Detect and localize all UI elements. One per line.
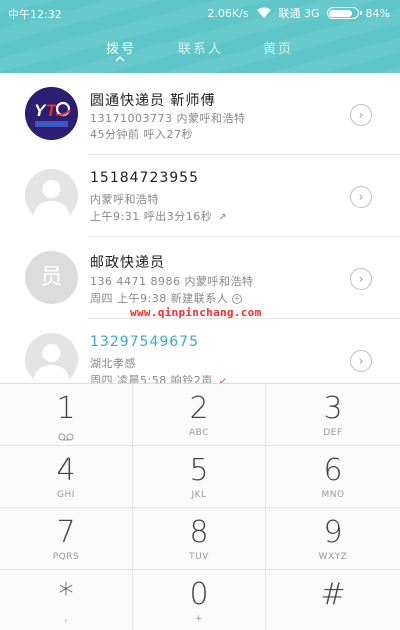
call-log-item[interactable]: Y T 圆通快递员 靳师傅 13171003773 内蒙呼和浩特 45分钟前 呼… — [0, 73, 400, 155]
tab-bar: 拨号 联系人 黄页 — [0, 38, 400, 68]
key-digit: 6 — [323, 453, 343, 488]
yto-logo-avatar: Y T — [25, 87, 78, 140]
contact-name: 圆通快递员 靳师傅 — [90, 93, 216, 109]
key-letters: MNO — [321, 490, 345, 500]
tab-dialer[interactable]: 拨号 — [106, 38, 136, 57]
key-digit: 1 — [56, 391, 76, 426]
key-star[interactable]: * , — [0, 570, 133, 630]
key-5[interactable]: 5 JKL — [133, 446, 266, 508]
key-letters: TUV — [189, 552, 209, 562]
call-log-list: Y T 圆通快递员 靳师傅 13171003773 内蒙呼和浩特 45分钟前 呼… — [0, 73, 400, 383]
key-digit: 4 — [56, 453, 76, 488]
key-letters: PQRS — [52, 552, 80, 562]
contact-name-missed: 13297549675 — [90, 334, 199, 350]
call-log-item[interactable]: 15184723955 内蒙呼和浩特 上午9:31 呼出3分16秒 ↗ › — [0, 155, 400, 237]
call-info-row: 上午9:31 呼出3分16秒 ↗ — [90, 208, 227, 224]
header: 中午12:32 2.06K/s 联通 3G 84% 拨号 联系人 黄页 — [0, 0, 400, 73]
key-0[interactable]: 0 + — [133, 570, 266, 630]
contact-location: 湖北孝感 — [90, 357, 136, 370]
key-digit: 8 — [189, 515, 209, 550]
chevron-right-icon[interactable]: › — [350, 104, 372, 126]
key-letters: JKL — [191, 490, 207, 500]
initial-avatar: 员 — [25, 251, 78, 304]
missed-call-icon: ↙ — [218, 376, 228, 383]
dial-keypad: 1 2 ABC 3 DEF 4 GHI 5 JKL 6 MNO 7 PQRS 8… — [0, 383, 400, 630]
contact-number-location: 13171003773 内蒙呼和浩特 — [90, 112, 246, 125]
chevron-up-icon — [115, 56, 125, 62]
key-9[interactable]: 9 WXYZ — [266, 508, 400, 570]
key-7[interactable]: 7 PQRS — [0, 508, 133, 570]
key-digit: 3 — [323, 391, 343, 426]
call-info: 45分钟前 呼入27秒 — [90, 128, 193, 141]
battery-icon — [326, 7, 362, 19]
key-digit: 0 — [189, 577, 209, 612]
contact-name: 15184723955 — [90, 170, 199, 186]
key-digit: # — [320, 577, 346, 612]
outgoing-call-icon: ↗ — [218, 212, 228, 223]
wifi-icon — [256, 7, 271, 18]
tab-yellow-pages[interactable]: 黄页 — [263, 38, 293, 57]
key-letters: ABC — [189, 428, 209, 438]
key-digit: * — [58, 577, 74, 612]
key-digit: 5 — [189, 453, 209, 488]
chevron-right-icon[interactable]: › — [350, 350, 372, 372]
yto-logo-icon: Y T — [25, 87, 78, 140]
battery-percent: 84% — [365, 6, 390, 20]
watermark: www.qinpinchang.com — [130, 306, 262, 319]
tab-contacts[interactable]: 联系人 — [178, 38, 223, 57]
default-avatar — [25, 169, 78, 222]
key-4[interactable]: 4 GHI — [0, 446, 133, 508]
call-info: 周四 凌晨5:58 响铃2声 — [90, 374, 213, 383]
key-letters: GHI — [57, 490, 75, 500]
key-digit: 9 — [323, 515, 343, 550]
key-letters: + — [194, 614, 204, 624]
key-6[interactable]: 6 MNO — [266, 446, 400, 508]
key-3[interactable]: 3 DEF — [266, 384, 400, 446]
call-info-row: 周四 上午9:38 新建联系人 + — [90, 290, 243, 306]
status-bar: 中午12:32 2.06K/s 联通 3G 84% — [0, 0, 400, 26]
battery-fill — [329, 9, 352, 17]
call-info: 周四 上午9:38 新建联系人 — [90, 292, 229, 305]
key-digit: 7 — [56, 515, 76, 550]
key-letters: WXYZ — [318, 552, 348, 562]
default-avatar — [25, 333, 78, 383]
net-speed: 2.06K/s — [207, 6, 249, 20]
key-letters: DEF — [323, 428, 343, 438]
contact-location: 内蒙呼和浩特 — [90, 193, 159, 206]
contact-name: 邮政快递员 — [90, 255, 165, 271]
status-time: 中午12:32 — [8, 8, 62, 21]
voicemail-icon — [58, 433, 74, 441]
call-info-row: 周四 凌晨5:58 响铃2声 ↙ — [90, 372, 228, 383]
person-icon — [33, 180, 70, 222]
person-icon — [33, 344, 70, 383]
key-1[interactable]: 1 — [0, 384, 133, 446]
status-right: 2.06K/s 联通 3G 84% — [207, 5, 390, 21]
key-2[interactable]: 2 ABC — [133, 384, 266, 446]
call-info: 上午9:31 呼出3分16秒 — [90, 210, 213, 223]
key-digit: 2 — [189, 391, 209, 426]
key-letters: , — [64, 614, 68, 624]
chevron-right-icon[interactable]: › — [350, 186, 372, 208]
key-hash[interactable]: # — [266, 570, 400, 630]
carrier: 联通 3G — [278, 7, 320, 20]
key-8[interactable]: 8 TUV — [133, 508, 266, 570]
battery-tip — [359, 11, 362, 15]
chevron-right-icon[interactable]: › — [350, 268, 372, 290]
contact-number-location: 136 4471 8986 内蒙呼和浩特 — [90, 275, 254, 288]
call-log-item[interactable]: 13297549675 湖北孝感 周四 凌晨5:58 响铃2声 ↙ › — [0, 319, 400, 383]
add-contact-icon: + — [232, 294, 243, 304]
